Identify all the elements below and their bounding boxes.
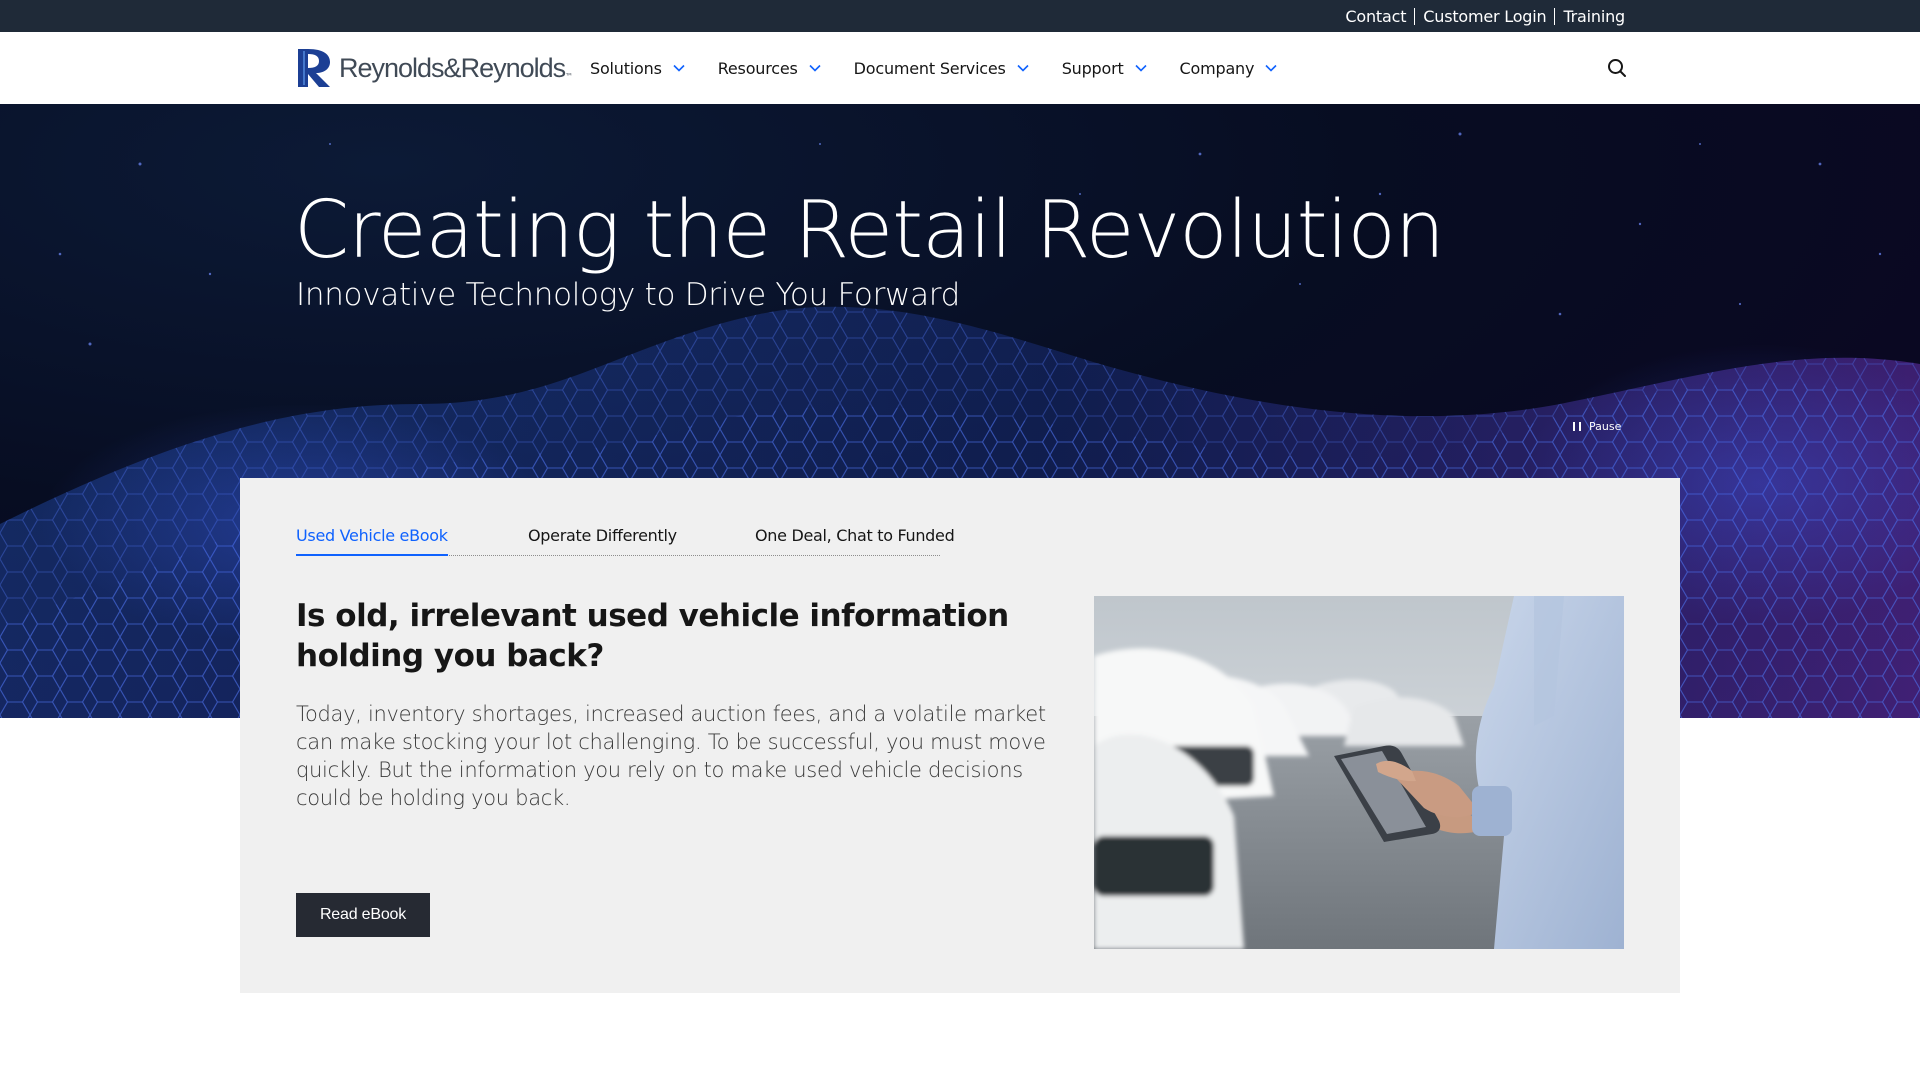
reynolds-logo[interactable]: Reynolds&Reynolds ™ xyxy=(296,47,573,89)
read-ebook-button[interactable]: Read eBook xyxy=(296,893,430,937)
training-link[interactable]: Training xyxy=(1563,7,1625,26)
logo-mark-icon xyxy=(298,49,330,87)
chevron-down-icon xyxy=(809,64,821,72)
tab-one-deal-chat-to-funded[interactable]: One Deal, Chat to Funded xyxy=(755,526,955,556)
logo-wordmark: Reynolds&Reynolds xyxy=(339,52,566,83)
nav-label: Resources xyxy=(717,58,798,78)
nav-item-support[interactable]: Support xyxy=(1062,59,1148,78)
search-icon[interactable] xyxy=(1605,56,1629,80)
chevron-down-icon xyxy=(1017,64,1029,72)
nav-item-company[interactable]: Company xyxy=(1180,59,1279,78)
nav-item-solutions[interactable]: Solutions xyxy=(590,59,686,78)
nav-item-resources[interactable]: Resources xyxy=(718,59,822,78)
nav-label: Company xyxy=(1179,58,1255,78)
feature-card: Used Vehicle eBook Operate Differently O… xyxy=(240,478,1680,993)
pause-button[interactable]: Pause xyxy=(1573,420,1621,433)
main-nav: Solutions Resources Document Services Su… xyxy=(590,32,1310,104)
hero-subtitle: Innovative Technology to Drive You Forwa… xyxy=(296,277,961,313)
feature-body: Today, inventory shortages, increased au… xyxy=(296,702,1046,810)
nav-item-document-services[interactable]: Document Services xyxy=(854,59,1030,78)
tab-operate-differently[interactable]: Operate Differently xyxy=(528,526,677,556)
utility-links: Contact Customer Login Training xyxy=(1345,0,1625,32)
nav-label: Solutions xyxy=(590,58,662,78)
nav-label: Document Services xyxy=(853,58,1006,78)
main-header: Reynolds&Reynolds ™ Solutions Resources … xyxy=(0,32,1920,104)
chevron-down-icon xyxy=(1134,64,1147,72)
pause-icon xyxy=(1573,422,1581,431)
logo-trademark: ™ xyxy=(565,72,574,81)
pause-label: Pause xyxy=(1589,420,1622,433)
hero-title: Creating the Retail Revolution xyxy=(294,184,1445,276)
customer-login-link[interactable]: Customer Login xyxy=(1423,7,1546,26)
contact-link[interactable]: Contact xyxy=(1345,7,1406,26)
nav-label: Support xyxy=(1061,58,1124,78)
tab-used-vehicle-ebook[interactable]: Used Vehicle eBook xyxy=(296,526,448,556)
utility-divider xyxy=(1414,7,1416,25)
car-lot-photo xyxy=(1094,596,1624,949)
feature-tabs: Used Vehicle eBook Operate Differently O… xyxy=(296,526,955,556)
chevron-down-icon xyxy=(673,64,685,72)
feature-heading: Is old, irrelevant used vehicle informat… xyxy=(296,598,1009,674)
feature-image xyxy=(1094,596,1624,949)
utility-divider xyxy=(1554,7,1556,25)
utility-bar: Contact Customer Login Training xyxy=(0,0,1920,32)
chevron-down-icon xyxy=(1265,64,1277,72)
